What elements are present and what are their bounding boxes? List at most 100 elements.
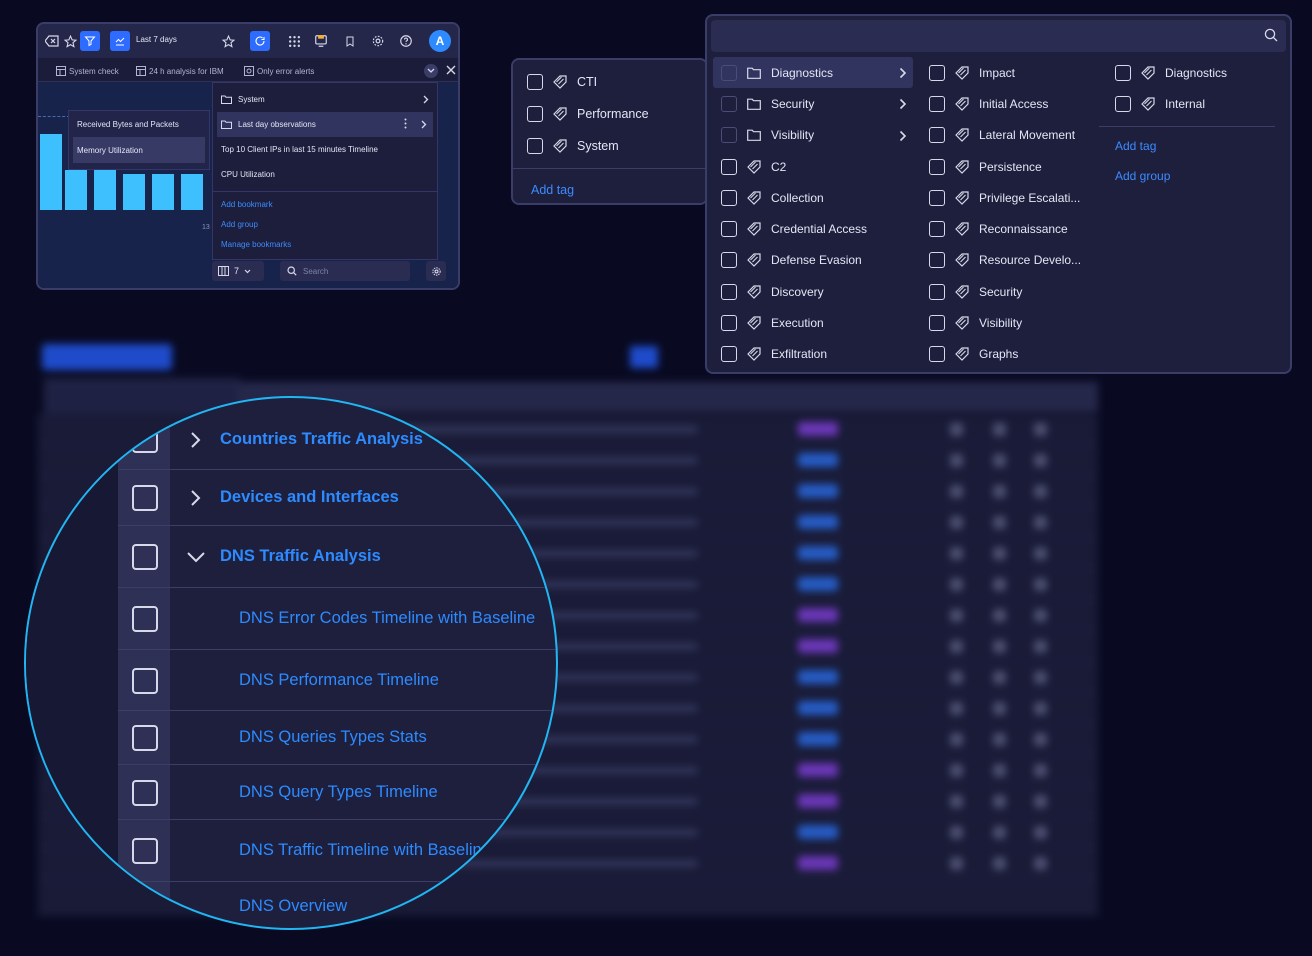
dashboard-row[interactable]: DNS Performance Timeline xyxy=(118,650,556,711)
bookmark-folder-system[interactable]: System xyxy=(213,87,437,112)
checkbox[interactable] xyxy=(721,221,737,238)
category-tag-option[interactable]: Visibility xyxy=(921,307,1101,338)
menu-item-selected[interactable]: Memory Utilization xyxy=(73,137,205,163)
chevron-right-icon[interactable] xyxy=(899,67,907,79)
checkbox[interactable] xyxy=(929,189,945,206)
footer-settings-icon[interactable] xyxy=(426,261,446,281)
dashboard-row[interactable]: DNS Traffic Timeline with Baseline xyxy=(118,820,556,882)
checkbox[interactable] xyxy=(929,95,945,112)
checkbox[interactable] xyxy=(1115,95,1131,112)
tag-option-cti[interactable]: CTI xyxy=(513,66,706,98)
category-tag-option[interactable]: Impact xyxy=(921,57,1101,88)
manage-bookmarks-link[interactable]: Manage bookmarks xyxy=(213,234,437,254)
add-group-link[interactable]: Add group xyxy=(1107,153,1287,183)
dashboard-link[interactable]: DNS Traffic Timeline with Baseline xyxy=(239,841,491,860)
add-group-link[interactable]: Add group xyxy=(213,214,437,234)
category-tag-option[interactable]: Collection xyxy=(713,182,913,213)
checkbox[interactable] xyxy=(132,606,158,632)
checkbox[interactable] xyxy=(132,427,158,453)
checkbox[interactable] xyxy=(1115,64,1131,81)
checkbox[interactable] xyxy=(527,74,543,90)
apps-grid-icon[interactable] xyxy=(284,31,304,51)
dashboard-row[interactable]: DNS Query Types Timeline xyxy=(118,765,556,820)
checkbox[interactable] xyxy=(721,283,737,300)
close-icon[interactable] xyxy=(446,65,456,75)
group-label[interactable]: DNS Traffic Analysis xyxy=(220,547,381,566)
category-tag-option[interactable]: Defense Evasion xyxy=(713,245,913,276)
checkbox[interactable] xyxy=(132,838,158,864)
chevron-right-icon[interactable] xyxy=(899,98,907,110)
refresh-icon[interactable] xyxy=(250,31,270,51)
group-label[interactable]: Devices and Interfaces xyxy=(220,488,399,507)
dashboard-link[interactable]: DNS Performance Timeline xyxy=(239,671,439,690)
dashboard-group-row[interactable]: Devices and Interfaces xyxy=(118,470,556,526)
bookmark-item[interactable]: CPU Utilization xyxy=(213,162,437,187)
category-tag-option[interactable]: Lateral Movement xyxy=(921,120,1101,151)
tag-option-system[interactable]: System xyxy=(513,130,706,162)
settings-gear-icon[interactable] xyxy=(368,31,388,51)
checkbox[interactable] xyxy=(929,346,945,363)
category-folder[interactable]: Security xyxy=(713,88,913,119)
star-icon[interactable] xyxy=(60,31,80,51)
checkbox[interactable] xyxy=(132,667,158,694)
category-tag-option[interactable]: Discovery xyxy=(713,276,913,307)
category-tag-option[interactable]: Reconnaissance xyxy=(921,213,1101,244)
add-bookmark-link[interactable]: Add bookmark xyxy=(213,194,437,214)
checkbox[interactable] xyxy=(929,127,945,144)
category-tag-option[interactable]: Execution xyxy=(713,307,913,338)
calendar-icon[interactable] xyxy=(110,31,130,51)
checkbox[interactable] xyxy=(721,346,737,363)
checkbox[interactable] xyxy=(721,158,737,175)
checkbox[interactable] xyxy=(929,283,945,300)
clear-filter-icon[interactable] xyxy=(42,31,62,51)
checkbox[interactable] xyxy=(721,64,737,81)
checkbox[interactable] xyxy=(527,138,543,154)
category-tag-option[interactable]: Diagnostics xyxy=(1107,57,1287,88)
checkbox[interactable] xyxy=(929,64,945,81)
checkbox[interactable] xyxy=(527,106,543,122)
category-tag-option[interactable]: Credential Access xyxy=(713,213,913,244)
quick-filter-errors[interactable]: Only error alerts xyxy=(244,66,314,76)
checkbox[interactable] xyxy=(132,725,158,751)
dashboard-link[interactable]: DNS Overview xyxy=(239,897,347,916)
chevron-right-icon[interactable] xyxy=(190,489,202,507)
chevron-right-icon[interactable] xyxy=(190,431,202,449)
tag-option-performance[interactable]: Performance xyxy=(513,98,706,130)
dashboard-row[interactable]: DNS Error Codes Timeline with Baseline xyxy=(118,588,556,650)
bookmark-icon[interactable] xyxy=(340,31,360,51)
notifications-icon[interactable] xyxy=(311,31,331,51)
help-icon[interactable] xyxy=(396,31,416,51)
dashboard-group-row[interactable]: Countries Traffic Analysis xyxy=(118,410,556,470)
checkbox[interactable] xyxy=(721,127,737,144)
category-tag-option[interactable]: Exfiltration xyxy=(713,339,913,370)
chevron-down-icon[interactable] xyxy=(424,64,438,78)
menu-item[interactable]: Received Bytes and Packets xyxy=(69,111,209,137)
favorite-icon[interactable] xyxy=(218,31,238,51)
dashboard-link[interactable]: DNS Error Codes Timeline with Baseline xyxy=(239,609,535,628)
category-tag-option[interactable]: Privilege Escalati... xyxy=(921,182,1101,213)
dashboard-row[interactable]: DNS Overview xyxy=(118,882,556,928)
category-tag-option[interactable]: Resource Develo... xyxy=(921,245,1101,276)
dashboard-row[interactable]: DNS Queries Types Stats xyxy=(118,711,556,765)
checkbox[interactable] xyxy=(132,779,158,806)
bookmark-folder-last-day[interactable]: Last day observations xyxy=(217,112,433,137)
checkbox[interactable] xyxy=(132,894,158,920)
category-tag-option[interactable]: C2 xyxy=(713,151,913,182)
checkbox[interactable] xyxy=(721,95,737,112)
category-search-input[interactable] xyxy=(711,20,1286,52)
category-tag-option[interactable]: Initial Access xyxy=(921,88,1101,119)
time-range-label[interactable]: Last 7 days xyxy=(136,35,177,44)
checkbox[interactable] xyxy=(721,252,737,269)
quick-filter-24h[interactable]: 24 h analysis for IBM xyxy=(136,66,224,76)
group-label[interactable]: Countries Traffic Analysis xyxy=(220,430,423,449)
chevron-right-icon[interactable] xyxy=(899,130,907,142)
category-folder[interactable]: Visibility xyxy=(713,120,913,151)
checkbox[interactable] xyxy=(929,252,945,269)
checkbox[interactable] xyxy=(132,485,158,511)
category-tag-option[interactable]: Graphs xyxy=(921,339,1101,370)
checkbox[interactable] xyxy=(721,189,737,206)
chevron-down-icon[interactable] xyxy=(186,551,206,563)
search-input[interactable]: Search xyxy=(280,261,410,281)
category-folder[interactable]: Diagnostics xyxy=(713,57,913,89)
checkbox[interactable] xyxy=(929,158,945,175)
